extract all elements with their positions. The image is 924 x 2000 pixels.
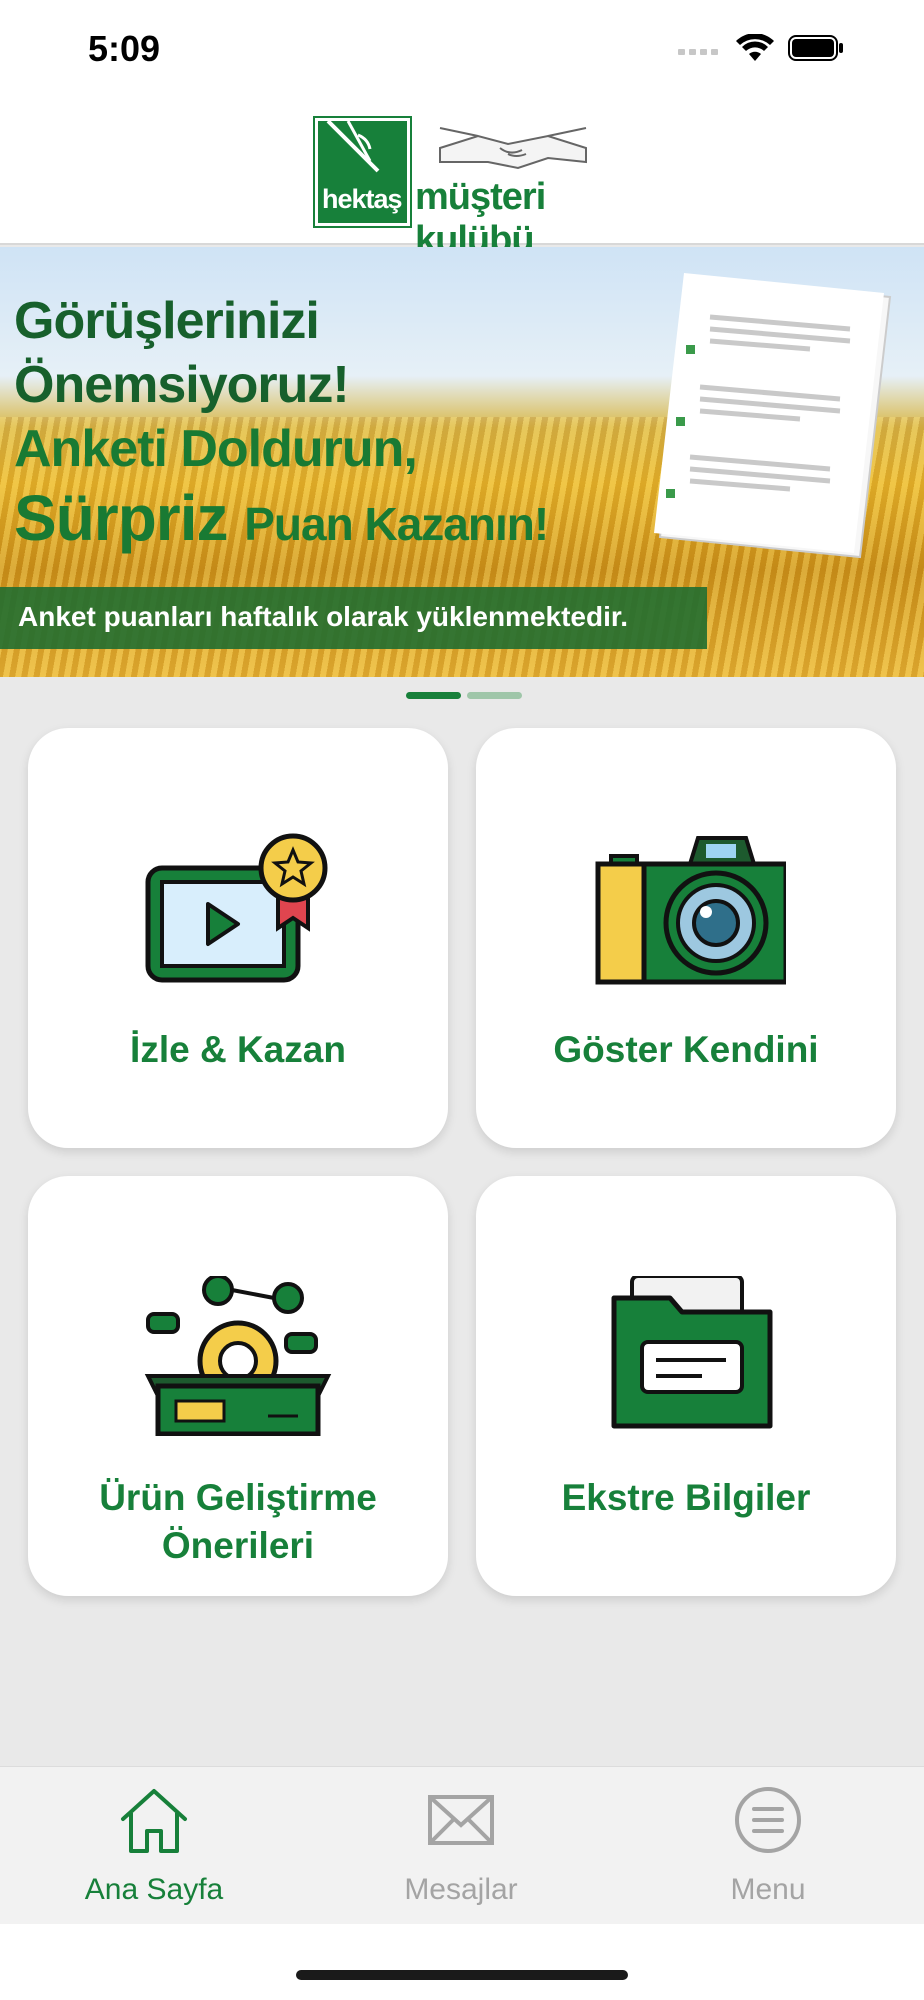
home-icon	[121, 1789, 187, 1853]
banner-line-4: Sürpriz Puan Kazanın!	[14, 481, 549, 555]
home-indicator-area	[0, 1924, 924, 2000]
banner-pager	[406, 692, 522, 699]
card-label-urun-line2: Önerileri	[161, 1525, 315, 1566]
banner-info-strip: Anket puanları haftalık olarak yüklenmek…	[0, 587, 707, 649]
wifi-icon	[736, 34, 774, 61]
pager-dot-2[interactable]	[467, 692, 522, 699]
bottom-tab-bar: Ana Sayfa Mesajlar Menu	[0, 1766, 924, 1924]
logo-mark-text: hektaş	[322, 184, 403, 214]
tab-label-messages: Mesajlar	[404, 1873, 518, 1906]
card-goster-kendini[interactable]: Göster Kendini	[476, 728, 896, 1148]
logo-mark: hektaş	[313, 116, 412, 228]
wheat-icon	[326, 119, 380, 173]
tab-menu[interactable]: Menu	[668, 1785, 868, 1915]
envelope-icon	[428, 1795, 494, 1845]
promo-banner[interactable]: Görüşlerinizi Önemsiyoruz! Anketi Doldur…	[0, 247, 924, 677]
tab-ana-sayfa[interactable]: Ana Sayfa	[54, 1785, 254, 1915]
card-label-goster-kendini: Göster Kendini	[553, 1029, 819, 1070]
card-label-urun-line1: Ürün Geliştirme	[99, 1477, 377, 1518]
card-label-urun-gelistirme: Ürün Geliştirme Önerileri	[28, 1474, 448, 1570]
status-time: 5:09	[88, 28, 161, 69]
card-label-ekstre-bilgiler: Ekstre Bilgiler	[561, 1477, 811, 1518]
card-label-izle-kazan: İzle & Kazan	[130, 1029, 346, 1070]
product-box-gear-icon	[144, 1276, 332, 1436]
cellular-signal-icon	[678, 49, 718, 55]
folder-document-icon	[611, 1276, 773, 1429]
banner-line-4-small: Puan Kazanın!	[244, 498, 549, 550]
menu-icon	[735, 1787, 801, 1853]
pager-dot-1[interactable]	[406, 692, 461, 699]
card-izle-kazan[interactable]: İzle & Kazan	[28, 728, 448, 1148]
survey-paper-icon	[654, 273, 892, 559]
banner-line-2: Önemsiyoruz!	[14, 356, 350, 414]
home-indicator[interactable]	[296, 1970, 628, 1980]
tab-label-menu: Menu	[730, 1873, 806, 1906]
tab-mesajlar[interactable]: Mesajlar	[361, 1785, 561, 1915]
video-reward-icon	[145, 833, 328, 983]
banner-line-1: Görüşlerinizi	[14, 292, 320, 350]
tab-label-home: Ana Sayfa	[84, 1873, 224, 1906]
banner-strip-text: Anket puanları haftalık olarak yüklenmek…	[18, 601, 628, 632]
card-urun-gelistirme-onerileri[interactable]: Ürün Geliştirme Önerileri	[28, 1176, 448, 1596]
banner-line-4-big: Sürpriz	[14, 482, 228, 554]
banner-line-3: Anketi Doldurun,	[14, 420, 418, 478]
app-header: hektaş müşteri kulübü	[0, 100, 924, 261]
camera-icon	[595, 836, 786, 985]
status-icons	[678, 34, 844, 62]
battery-icon	[788, 35, 843, 61]
card-ekstre-bilgiler[interactable]: Ekstre Bilgiler	[476, 1176, 896, 1596]
handshake-icon	[439, 127, 587, 170]
status-bar: 5:09	[0, 0, 924, 100]
hektas-musteri-kulubu-logo: hektaş müşteri kulübü	[313, 116, 611, 261]
